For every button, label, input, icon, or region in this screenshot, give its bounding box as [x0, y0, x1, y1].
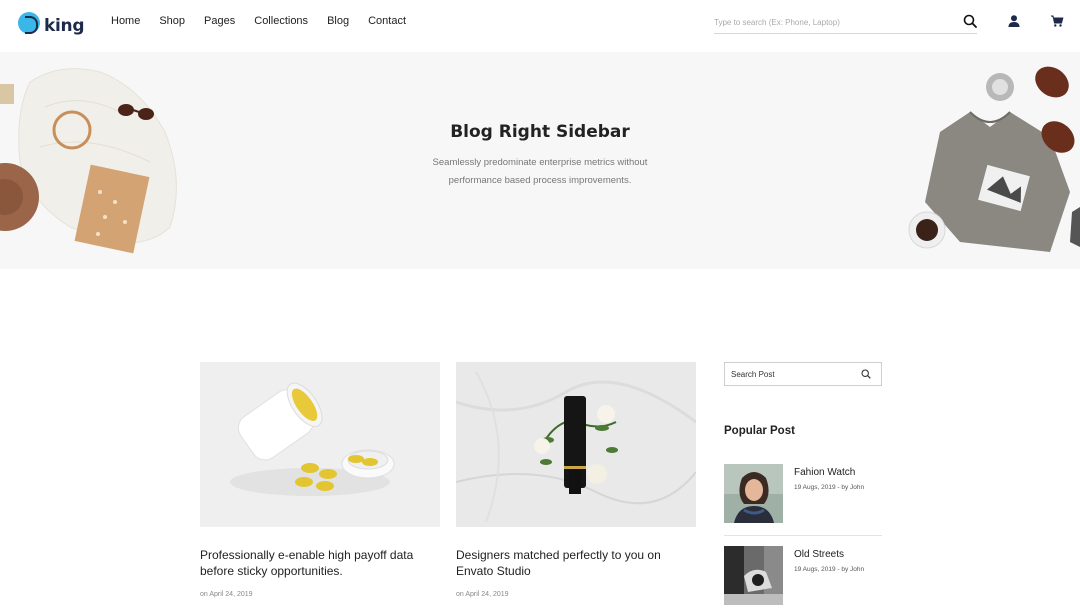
- post-title[interactable]: Designers matched perfectly to you on En…: [456, 547, 696, 579]
- nav-item-shop[interactable]: Shop: [159, 15, 185, 27]
- sidebar-search: [724, 362, 882, 386]
- popular-post-thumbnail[interactable]: [724, 464, 783, 523]
- post-date: on April 24, 2019: [200, 591, 253, 598]
- subtitle-line-1: Seamlessly predominate enterprise metric…: [432, 157, 648, 168]
- street-image: [724, 546, 783, 605]
- blog-post-card: Professionally e-enable high payoff data…: [200, 362, 440, 598]
- nav-item-blog[interactable]: Blog: [327, 15, 349, 27]
- post-title[interactable]: Professionally e-enable high payoff data…: [200, 547, 440, 579]
- popular-post-item: Fahion Watch 19 Augs, 2019 - by John: [724, 464, 882, 524]
- header-search: [714, 12, 977, 34]
- portrait-image: [724, 464, 783, 523]
- cosmetic-tube-image: [456, 362, 696, 527]
- user-icon[interactable]: [1007, 14, 1021, 28]
- search-input[interactable]: [714, 12, 944, 33]
- site-header: king Home Shop Pages Collections Blog Co…: [0, 0, 1080, 52]
- logo[interactable]: king: [18, 9, 85, 37]
- hero-left-decoration: [0, 68, 177, 254]
- logo-text: king: [44, 16, 85, 36]
- hero-right-decoration: [908, 66, 1080, 252]
- nav-item-pages[interactable]: Pages: [204, 15, 235, 27]
- cart-icon[interactable]: [1050, 14, 1064, 28]
- search-icon[interactable]: [963, 14, 977, 28]
- pill-bottle-image: [200, 362, 440, 527]
- hero-banner: Blog Right Sidebar Seamlessly predominat…: [0, 52, 1080, 269]
- page-title: Blog Right Sidebar: [450, 122, 630, 142]
- subtitle-line-2: performance based process improvements.: [448, 175, 632, 186]
- post-image[interactable]: [200, 362, 440, 527]
- popular-post-meta: 19 Augs, 2019 - by John: [794, 484, 865, 491]
- popular-post-meta: 19 Augs, 2019 - by John: [794, 566, 865, 573]
- nav-item-collections[interactable]: Collections: [254, 15, 308, 27]
- sidebar-search-input[interactable]: [725, 363, 855, 385]
- popular-post-title[interactable]: Old Streets: [794, 549, 844, 560]
- popular-post-heading: Popular Post: [724, 425, 795, 437]
- post-image[interactable]: [456, 362, 696, 527]
- nav-item-home[interactable]: Home: [111, 15, 140, 27]
- blog-post-card: Designers matched perfectly to you on En…: [456, 362, 696, 598]
- popular-post-title[interactable]: Fahion Watch: [794, 467, 855, 478]
- divider: [724, 535, 882, 536]
- main-nav: Home Shop Pages Collections Blog Contact: [111, 15, 425, 27]
- logo-icon: [18, 12, 40, 34]
- popular-post-item: Old Streets 19 Augs, 2019 - by John: [724, 546, 882, 606]
- search-icon[interactable]: [861, 369, 871, 379]
- popular-post-thumbnail[interactable]: [724, 546, 783, 605]
- post-date: on April 24, 2019: [456, 591, 509, 598]
- nav-item-contact[interactable]: Contact: [368, 15, 406, 27]
- page-subtitle: Seamlessly predominate enterprise metric…: [420, 154, 660, 190]
